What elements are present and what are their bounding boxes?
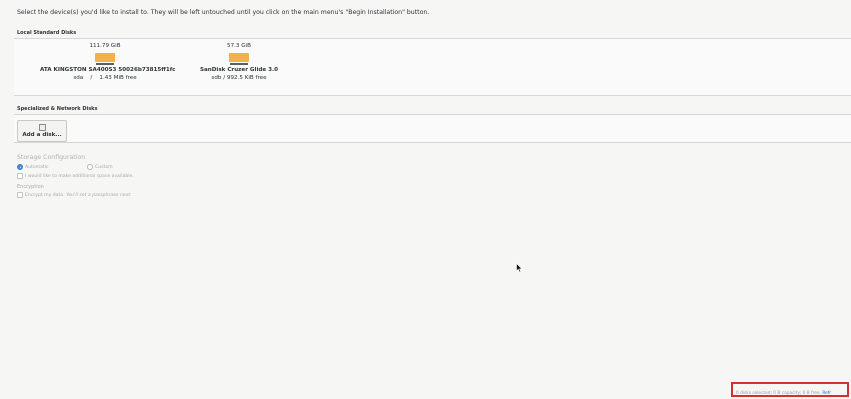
local-disks-panel: 111.79 GiB ATA KINGSTON SA400S3 50026b73… [14, 38, 851, 96]
disk-size: 57.3 GiB [227, 43, 251, 49]
disk-free: 1.43 MiB free [99, 75, 137, 81]
disk-sda[interactable]: 111.79 GiB ATA KINGSTON SA400S3 50026b73… [40, 43, 176, 81]
disk-meta: sda / 1.43 MiB free [40, 75, 170, 81]
disk-size: 111.79 GiB [89, 43, 121, 49]
disk-device: sdb [211, 75, 222, 81]
mouse-pointer-icon [516, 263, 523, 273]
disk-sdb[interactable]: 57.3 GiB SanDisk Cruzer Glide 3.0 sdb / … [174, 43, 304, 81]
add-disk-button[interactable]: Add a disk... [17, 120, 67, 142]
custom-label: Custom [95, 165, 113, 170]
add-disk-icon [38, 124, 46, 131]
automatic-radio[interactable] [17, 164, 23, 170]
disk-device: sda [73, 75, 84, 81]
summary-text: 0 disks selected; 0 B capacity; 0 B free… [736, 391, 821, 396]
disk-sep: / [223, 75, 226, 81]
encrypt-note: You'll set a passphrase next. [66, 193, 132, 198]
network-disks-panel [14, 114, 851, 143]
harddisk-icon [95, 53, 115, 66]
disk-free: 992.5 KiB free [226, 75, 267, 81]
network-disks-title: Specialized & Network Disks [17, 106, 98, 112]
storage-config-title: Storage Configuration [17, 154, 86, 161]
disk-meta: sdb / 992.5 KiB free [174, 75, 304, 81]
refresh-link[interactable]: Refr [822, 391, 831, 396]
local-disks-title: Local Standard Disks [17, 30, 77, 36]
disk-name: SanDisk Cruzer Glide 3.0 [199, 67, 279, 73]
encrypt-text: Encrypt my data. You'll set a passphrase… [25, 193, 132, 198]
disk-name: ATA KINGSTON SA400S3 50026b73815ff1fc [40, 67, 176, 73]
extra-space-label: I would like to make additional space av… [25, 174, 134, 179]
automatic-label: Automatic [25, 165, 49, 170]
instructions-text: Select the device(s) you'd like to insta… [17, 9, 430, 16]
encrypt-label: Encrypt my data. [25, 193, 65, 198]
custom-radio[interactable] [87, 164, 93, 170]
disk-sep: / [90, 75, 93, 81]
encrypt-checkbox[interactable] [17, 192, 23, 198]
disk-summary: 0 disks selected; 0 B capacity; 0 B free… [736, 391, 831, 396]
usb-disk-icon [229, 53, 249, 66]
extra-space-checkbox[interactable] [17, 173, 23, 179]
encryption-title: Encryption [17, 184, 44, 190]
add-disk-label: Add a disk... [22, 132, 62, 138]
